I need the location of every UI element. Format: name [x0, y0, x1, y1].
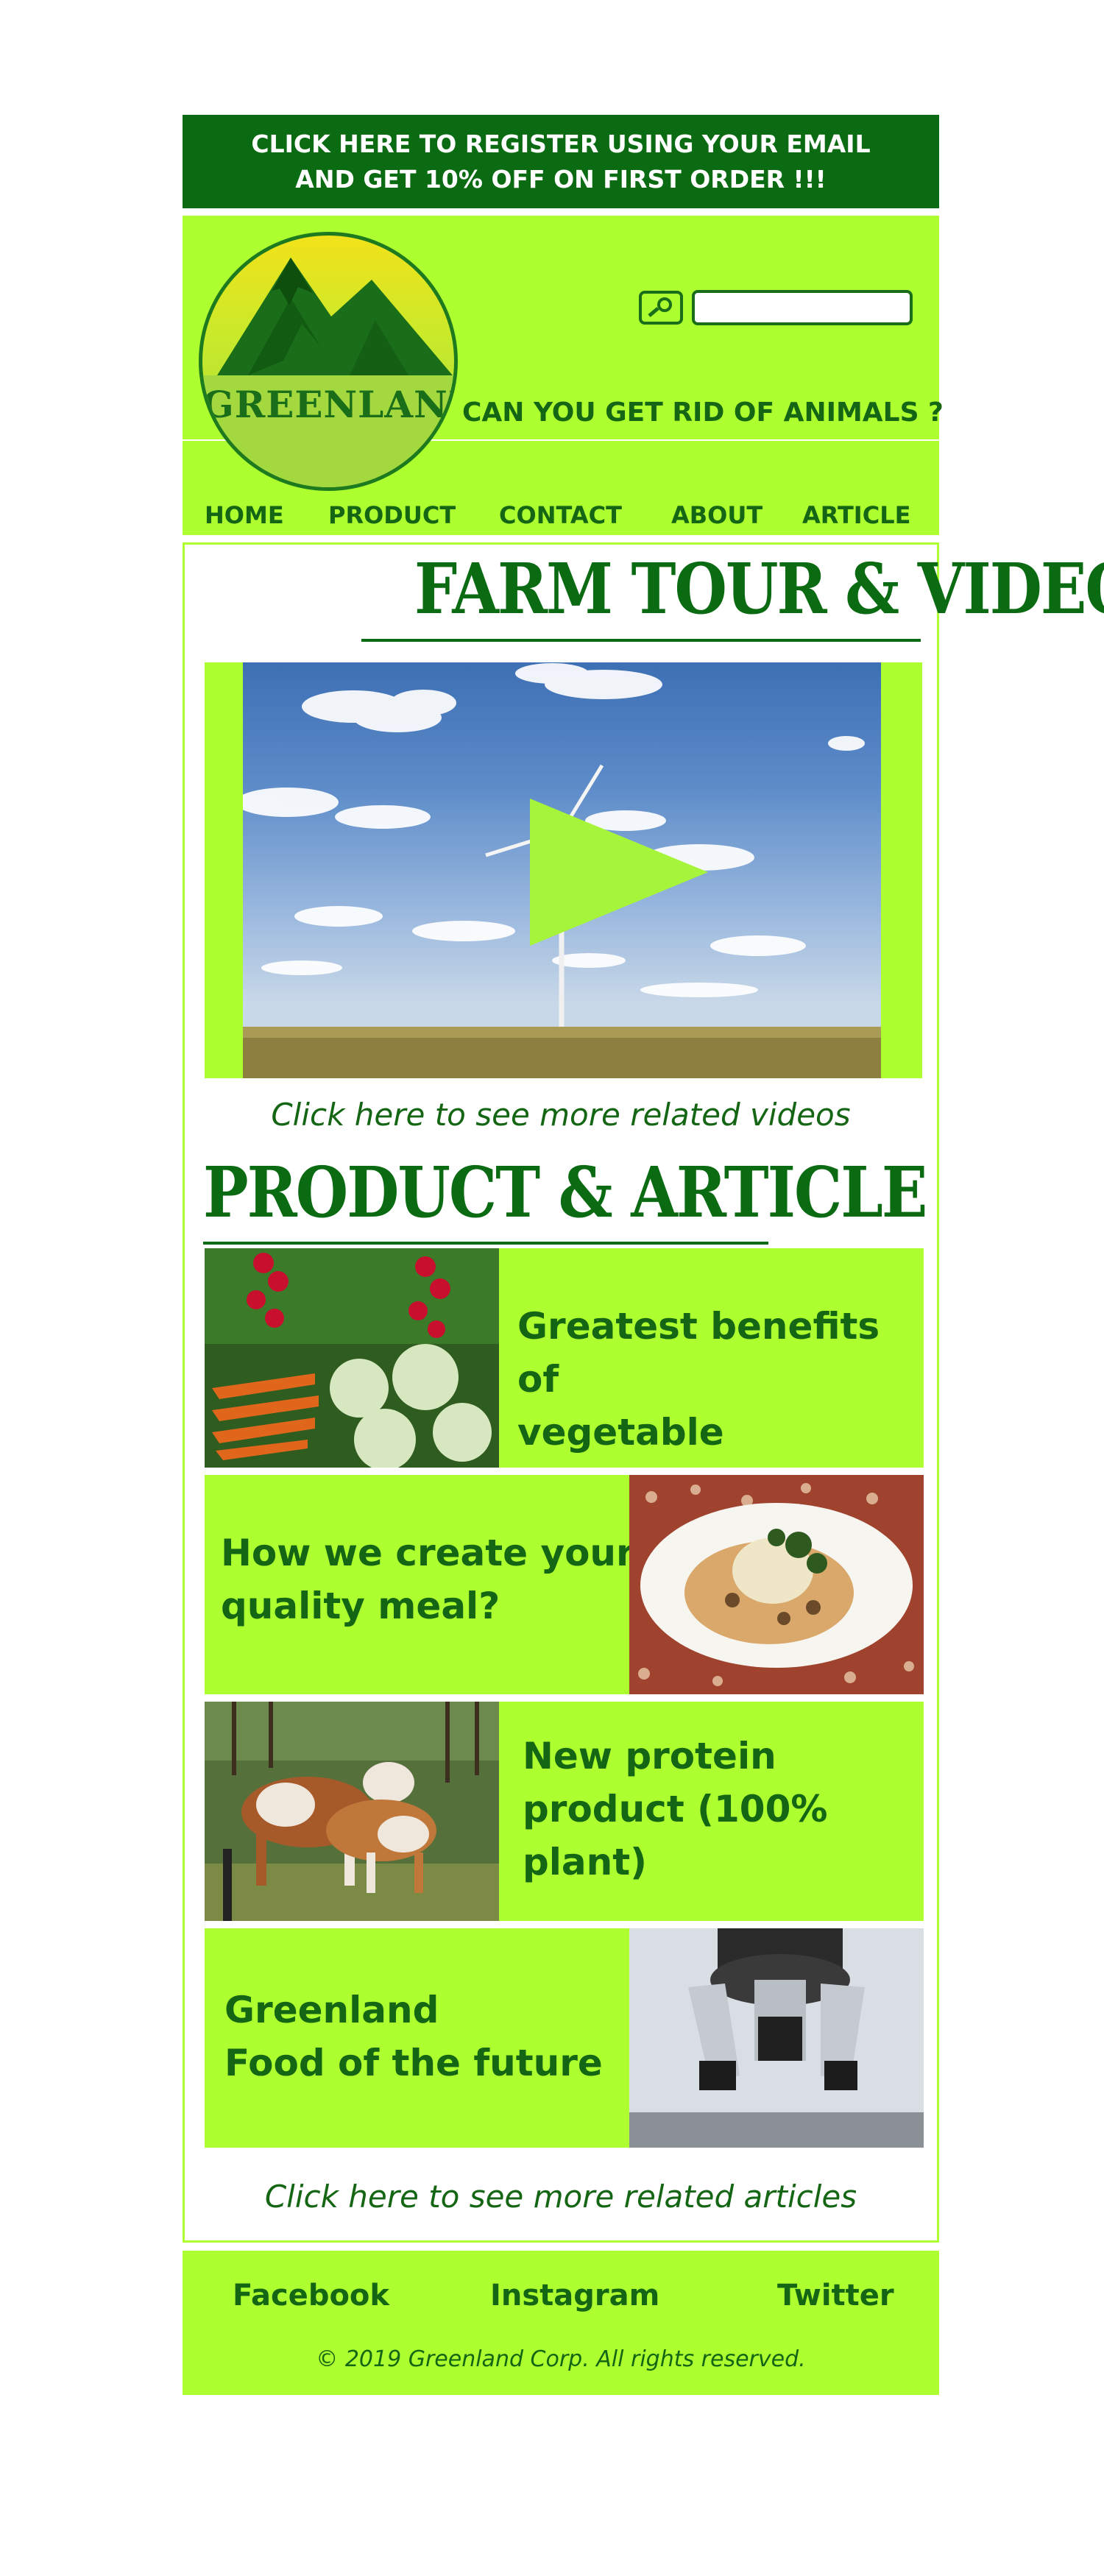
logo-text: GREENLAND	[202, 383, 458, 426]
promo-line-2[interactable]: AND GET 10% OFF ON FIRST ORDER !!!	[183, 162, 939, 197]
article-card-quality-meal[interactable]: How we create your quality meal?	[205, 1475, 924, 1694]
article-card-vegetables[interactable]: Greatest benefits of vegetable	[205, 1248, 924, 1468]
microscope-photo	[629, 1928, 924, 2148]
search-button[interactable]	[639, 291, 683, 325]
search-icon	[648, 297, 672, 317]
nav-item-product[interactable]: PRODUCT	[328, 501, 456, 529]
meal-plate-photo	[629, 1475, 924, 1694]
copyright-text: © 2019 Greenland Corp. All rights reserv…	[316, 2346, 806, 2372]
farm-tour-video[interactable]	[205, 662, 922, 1078]
search-input[interactable]	[692, 290, 913, 325]
register-promo-banner[interactable]: CLICK HERE TO REGISTER USING YOUR EMAIL …	[183, 115, 939, 208]
card-3-title: New protein product (100% plant)	[523, 1735, 828, 1883]
nav-item-about[interactable]: ABOUT	[671, 501, 762, 529]
card-4-title: Greenland Food of the future	[224, 1989, 603, 2084]
cows-photo	[205, 1702, 499, 1921]
vegetables-photo	[205, 1248, 499, 1468]
articles-section-title: PRODUCT & ARTICLE	[203, 1152, 927, 1234]
greenland-logo[interactable]: GREENLAND	[199, 232, 458, 491]
article-card-protein-product[interactable]: New protein product (100% plant)	[205, 1702, 924, 1921]
footer-facebook-link[interactable]: Facebook	[233, 2279, 389, 2313]
nav-item-contact[interactable]: CONTACT	[499, 501, 622, 529]
main-content: FARM TOUR & VIDEO Click here to see more…	[183, 542, 1104, 2243]
card-1-title: Greatest benefits of vegetable	[517, 1305, 880, 1454]
card-2-title: How we create your quality meal?	[221, 1532, 634, 1627]
tagline: CAN YOU GET RID OF ANIMALS ?	[462, 397, 944, 428]
article-card-food-of-future[interactable]: Greenland Food of the future	[205, 1928, 924, 2148]
nav-item-article[interactable]: ARTICLE	[802, 501, 910, 529]
nav-item-home[interactable]: HOME	[205, 501, 284, 529]
site-header: GREENLAND CAN YOU GET RID OF ANIMALS ?	[183, 216, 944, 491]
promo-line-1[interactable]: CLICK HERE TO REGISTER USING YOUR EMAIL	[183, 127, 939, 162]
video-thumbnail[interactable]	[243, 662, 881, 1078]
more-articles-link[interactable]: Click here to see more related articles	[185, 2179, 937, 2215]
footer-instagram-link[interactable]: Instagram	[490, 2279, 659, 2313]
mountain-icon	[202, 258, 454, 487]
footer-twitter-link[interactable]: Twitter	[777, 2279, 894, 2313]
video-title-underline	[361, 639, 921, 642]
site-footer: Facebook Instagram Twitter © 2019 Greenl…	[183, 2251, 939, 2395]
video-section-title: FARM TOUR & VIDEO	[414, 548, 1104, 630]
articles-title-underline	[203, 1242, 768, 1245]
play-icon[interactable]	[530, 799, 708, 946]
more-videos-link[interactable]: Click here to see more related videos	[185, 1097, 937, 1133]
